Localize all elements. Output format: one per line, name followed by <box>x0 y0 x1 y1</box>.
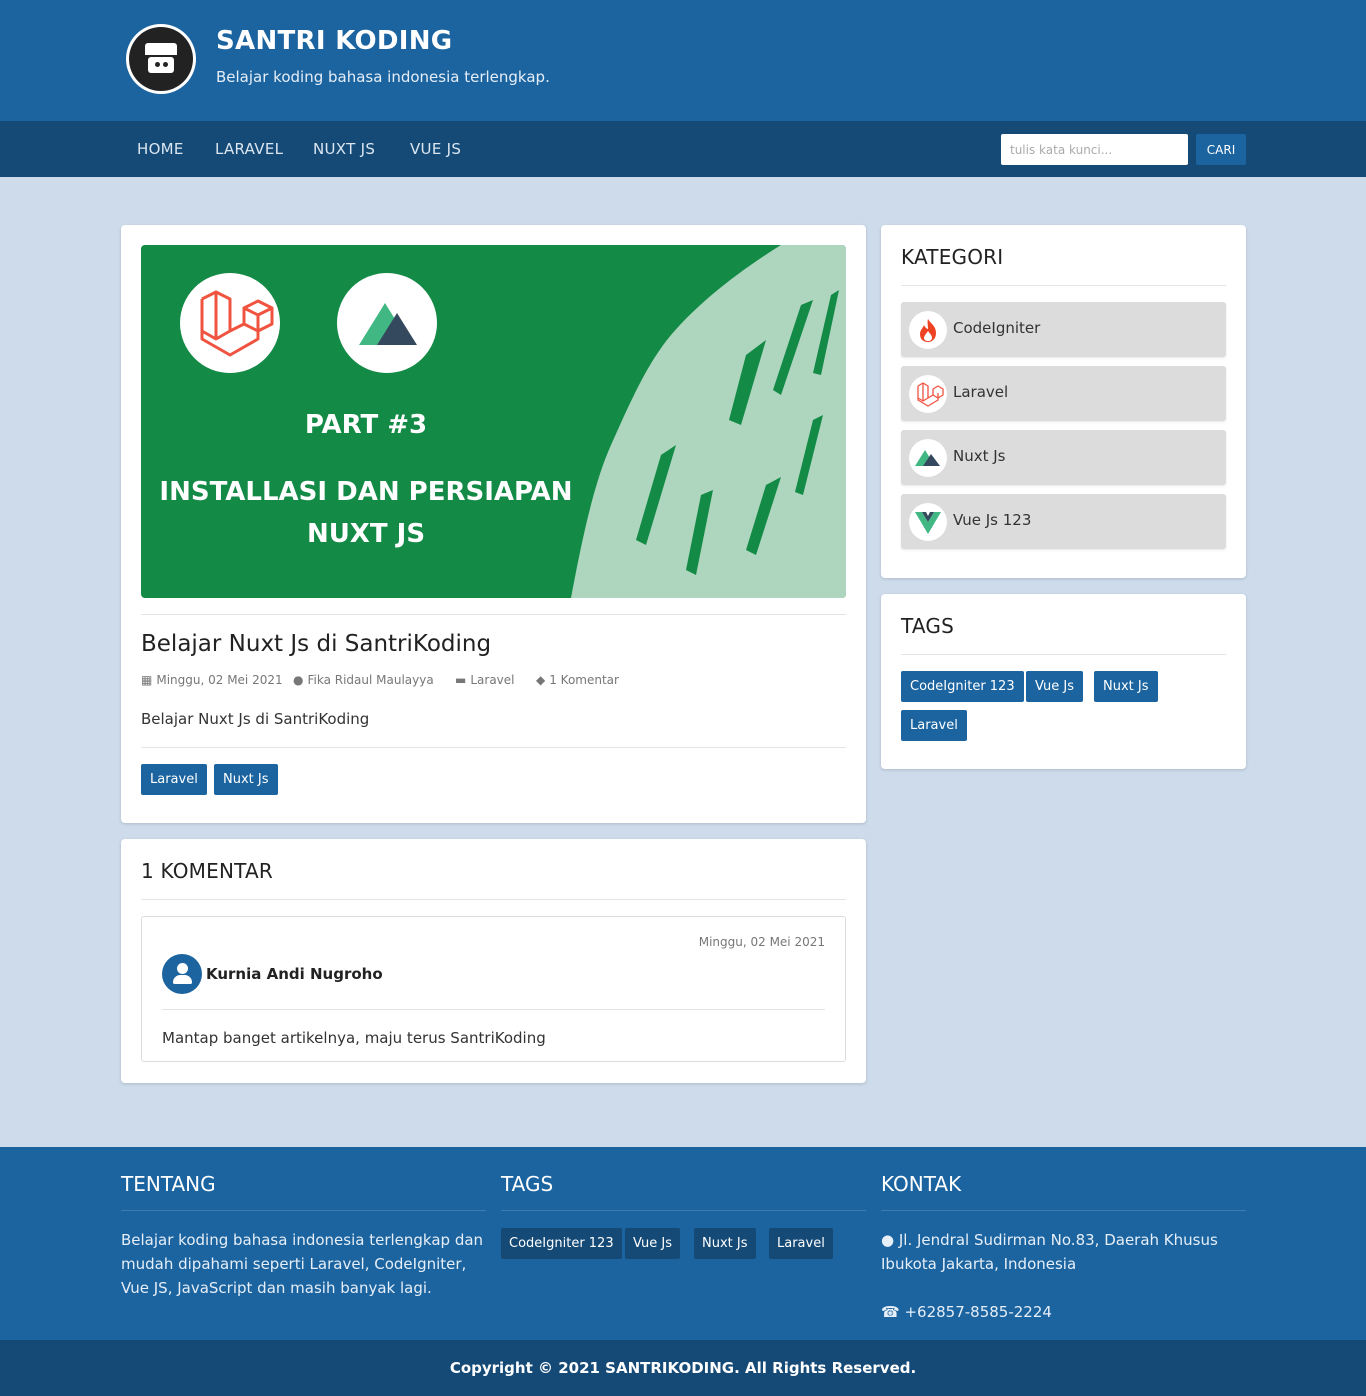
site-logo[interactable] <box>126 24 196 94</box>
laravel-icon <box>909 375 947 413</box>
footer-phone[interactable]: ☎ +62857-8585-2224 <box>881 1300 1052 1324</box>
comment-item: Minggu, 02 Mei 2021 Kurnia Andi Nugroho … <box>141 916 846 1062</box>
hero-title-line1: INSTALLASI DAN PERSIAPAN <box>159 477 573 507</box>
post-category[interactable]: ▬ Laravel <box>455 673 515 687</box>
post-hero-image[interactable]: PART #3 INSTALLASI DAN PERSIAPAN NUXT JS <box>141 245 846 598</box>
category-label: Nuxt Js <box>953 447 1006 465</box>
comment-text: Mantap banget artikelnya, maju terus San… <box>162 1029 546 1047</box>
footer-tag-nuxt-js[interactable]: Nuxt Js <box>694 1228 756 1259</box>
vue-icon <box>909 503 947 541</box>
category-item-nuxt-js[interactable]: Nuxt Js <box>901 430 1226 485</box>
logo-mascot-icon <box>129 27 193 91</box>
category-item-vue-js[interactable]: Vue Js 123 <box>901 494 1226 549</box>
divider <box>141 614 846 615</box>
user-icon <box>177 963 188 974</box>
divider <box>901 654 1226 655</box>
tags-card: TAGS CodeIgniter 123 Vue Js Nuxt Js Lara… <box>881 594 1246 769</box>
hero-part-label: PART #3 <box>304 410 428 440</box>
comments-icon: ◆ <box>536 673 546 687</box>
comments-card: 1 KOMENTAR Minggu, 02 Mei 2021 Kurnia An… <box>121 839 866 1083</box>
footer-tentang-text: Belajar koding bahasa indonesia terlengk… <box>121 1231 484 1297</box>
sidebar-tag-vue-js[interactable]: Vue Js <box>1026 671 1083 702</box>
footer-address: ● Jl. Jendral Sudirman No.83, Daerah Khu… <box>881 1231 1218 1273</box>
post-date: ▦ Minggu, 02 Mei 2021 <box>141 673 283 687</box>
divider <box>121 1210 486 1211</box>
category-label: Vue Js 123 <box>953 511 1032 529</box>
comment-date: Minggu, 02 Mei 2021 <box>698 935 825 949</box>
divider <box>162 1009 825 1010</box>
nuxt-logo-icon <box>337 273 437 373</box>
search-button[interactable]: CARI <box>1196 134 1246 165</box>
copyright-bar: Copyright © 2021 SANTRIKODING. All Right… <box>0 1340 1366 1396</box>
nav-item-nuxt-js[interactable]: NUXT JS <box>313 140 375 158</box>
divider <box>141 747 846 748</box>
search-input[interactable] <box>1001 134 1188 165</box>
main-navbar: HOME LARAVEL NUXT JS VUE JS CARI <box>0 121 1366 177</box>
footer-tag-laravel[interactable]: Laravel <box>769 1228 833 1259</box>
post-excerpt: Belajar Nuxt Js di SantriKoding <box>141 710 370 728</box>
folder-icon: ▬ <box>455 673 467 687</box>
hero-title-line2: NUXT JS <box>306 519 426 549</box>
sidebar-tag-codeigniter[interactable]: CodeIgniter 123 <box>901 671 1024 702</box>
footer-kontak-title: KONTAK <box>881 1172 962 1196</box>
post-tag-nuxt-js[interactable]: Nuxt Js <box>214 764 278 795</box>
sidebar-tag-nuxt-js[interactable]: Nuxt Js <box>1094 671 1158 702</box>
tags-title: TAGS <box>901 614 954 638</box>
nuxt-icon <box>909 439 947 477</box>
comments-title: 1 KOMENTAR <box>141 859 273 883</box>
footer-tags-title: TAGS <box>501 1172 554 1196</box>
phone-icon: ☎ <box>881 1303 900 1321</box>
laravel-logo-icon <box>180 273 280 373</box>
sidebar-tag-laravel[interactable]: Laravel <box>901 710 967 741</box>
footer-tag-codeigniter[interactable]: CodeIgniter 123 <box>501 1228 622 1259</box>
codeigniter-icon <box>909 311 947 349</box>
nav-item-home[interactable]: HOME <box>137 140 184 158</box>
category-item-laravel[interactable]: Laravel <box>901 366 1226 421</box>
site-footer: TENTANG Belajar koding bahasa indonesia … <box>0 1147 1366 1340</box>
footer-tag-vue-js[interactable]: Vue Js <box>625 1228 680 1259</box>
post-title[interactable]: Belajar Nuxt Js di SantriKoding <box>141 631 491 657</box>
category-item-codeigniter[interactable]: CodeIgniter <box>901 302 1226 357</box>
nav-item-vue-js[interactable]: VUE JS <box>410 140 461 158</box>
site-header: SANTRI KODING Belajar koding bahasa indo… <box>0 0 1366 121</box>
map-marker-icon: ● <box>881 1231 895 1249</box>
post-card: PART #3 INSTALLASI DAN PERSIAPAN NUXT JS… <box>121 225 866 823</box>
footer-tentang-title: TENTANG <box>121 1172 216 1196</box>
comment-author: Kurnia Andi Nugroho <box>206 965 383 983</box>
category-label: Laravel <box>953 383 1009 401</box>
kategori-title: KATEGORI <box>901 245 1004 269</box>
site-title[interactable]: SANTRI KODING <box>216 26 452 56</box>
avatar <box>162 954 202 994</box>
site-tagline: Belajar koding bahasa indonesia terlengk… <box>216 68 550 86</box>
category-label: CodeIgniter <box>953 319 1041 337</box>
post-author[interactable]: ● Fika Ridaul Maulayya <box>293 673 434 687</box>
user-icon: ● <box>293 673 304 687</box>
post-tag-laravel[interactable]: Laravel <box>141 764 207 795</box>
nav-item-laravel[interactable]: LARAVEL <box>215 140 283 158</box>
divider <box>141 899 846 900</box>
divider <box>881 1210 1246 1211</box>
kategori-card: KATEGORI CodeIgniter Laravel Nuxt Js Vue… <box>881 225 1246 578</box>
divider <box>501 1210 866 1211</box>
divider <box>901 285 1226 286</box>
calendar-icon: ▦ <box>141 673 153 687</box>
post-comments-count[interactable]: ◆ 1 Komentar <box>536 673 619 687</box>
